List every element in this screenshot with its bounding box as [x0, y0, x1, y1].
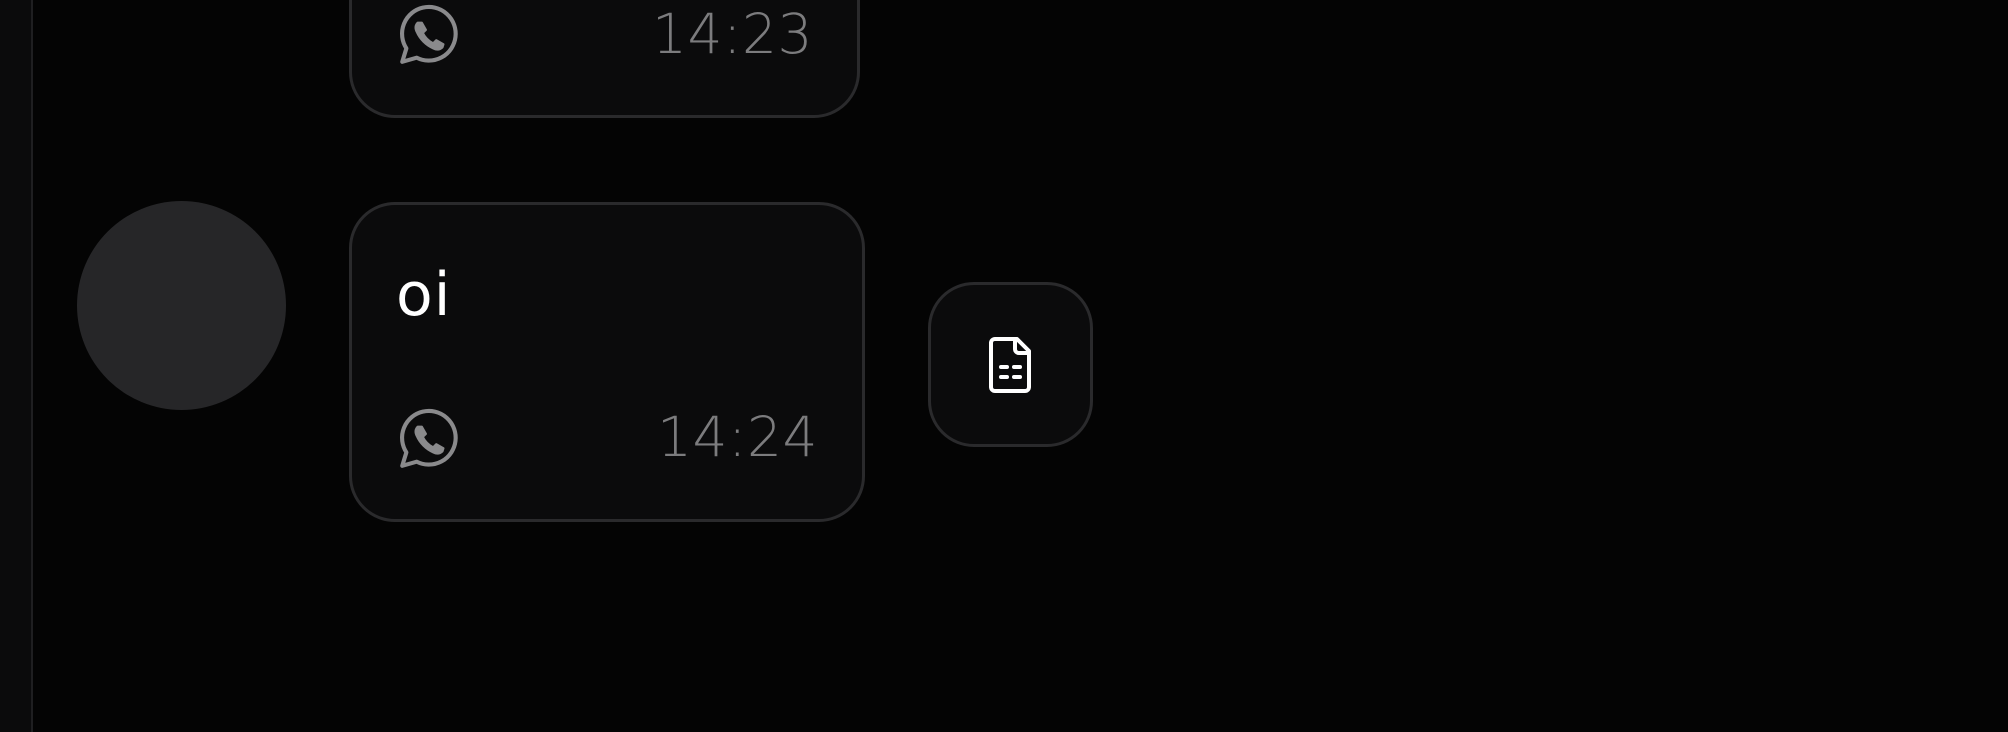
message-bubble: oi 14:24	[349, 202, 865, 522]
message-timestamp: 14:24	[656, 405, 818, 469]
file-document-icon	[988, 336, 1031, 393]
whatsapp-icon	[394, 2, 460, 68]
avatar	[77, 201, 286, 410]
whatsapp-icon	[394, 406, 460, 472]
message-timestamp: 14:23	[651, 2, 813, 66]
message-text: oi	[396, 260, 452, 330]
document-button[interactable]	[928, 282, 1093, 447]
left-sidebar-edge	[0, 0, 33, 732]
message-bubble: 14:23	[349, 0, 860, 118]
